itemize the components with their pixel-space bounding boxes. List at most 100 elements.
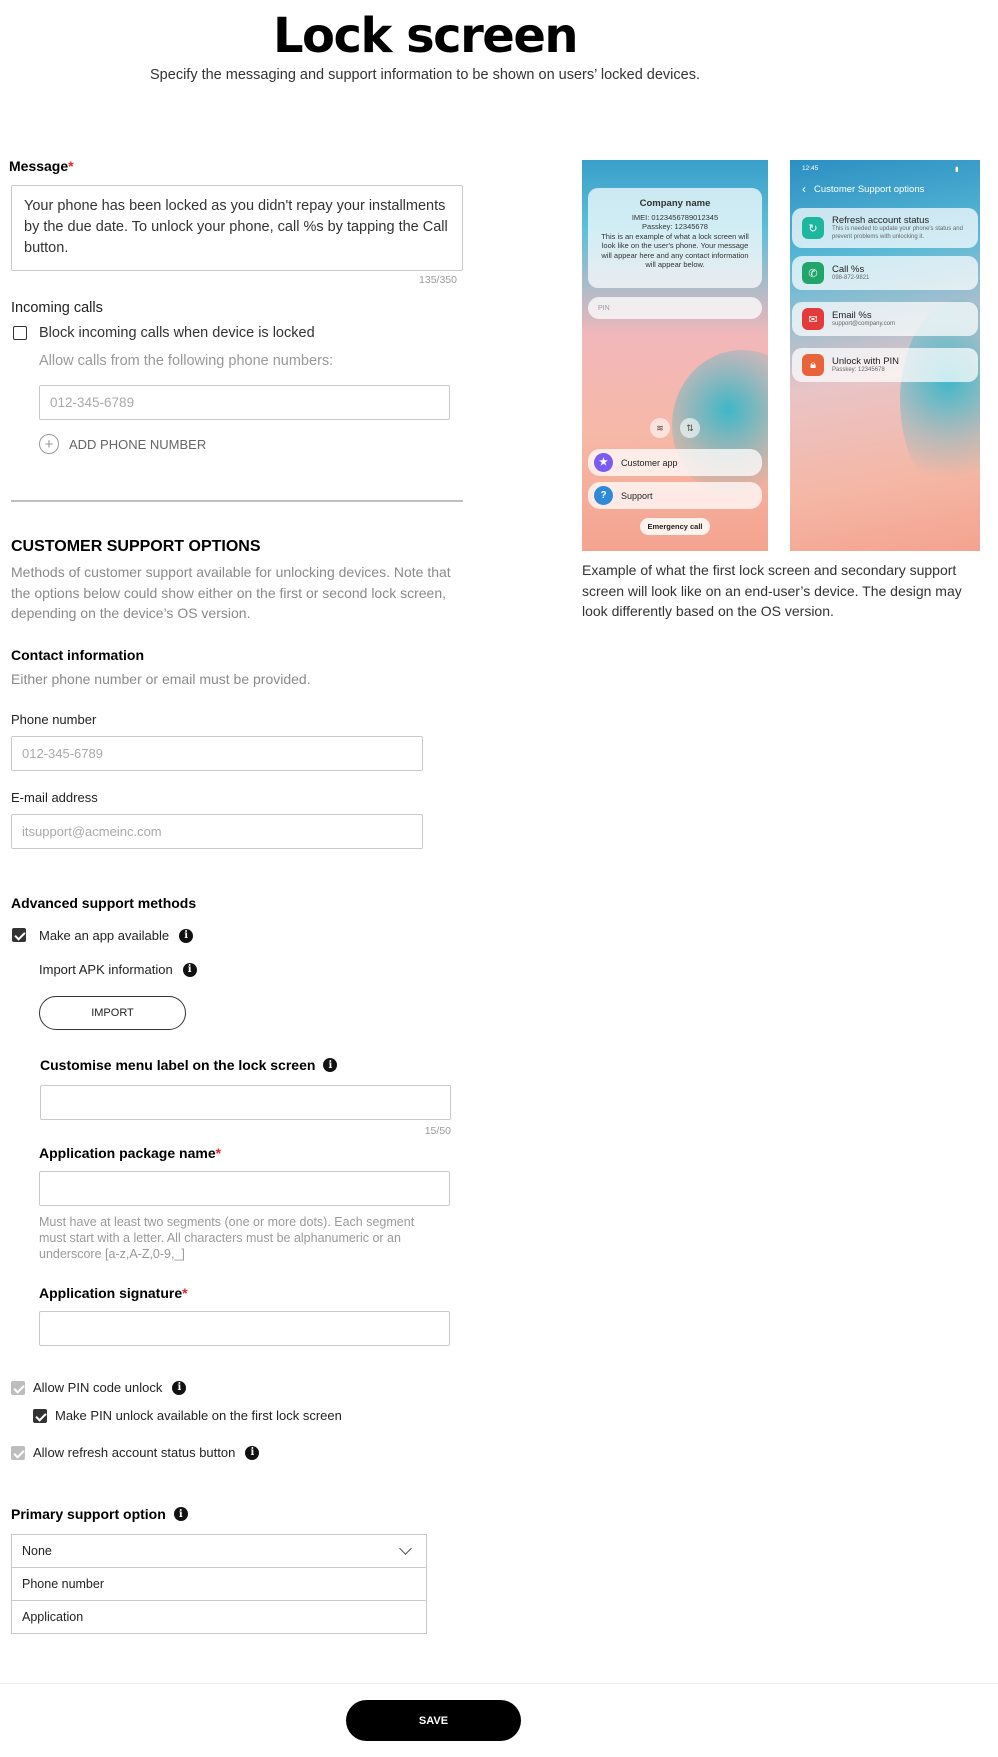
package-name-label: Application package name* (39, 1145, 221, 1161)
contact-note: Either phone number or email must be pro… (11, 671, 311, 687)
required-mark: * (182, 1285, 188, 1301)
imei-text: IMEI: 0123456789012345 (631, 212, 719, 222)
menu-label-counter: 15/50 (424, 1125, 451, 1137)
save-button[interactable]: SAVE (346, 1700, 521, 1741)
incoming-calls-heading: Incoming calls (11, 300, 103, 316)
info-icon[interactable]: i (323, 1058, 338, 1072)
pin-first-screen-label: Make PIN unlock available on the first l… (55, 1408, 342, 1423)
battery-icon: ▮ (955, 166, 959, 173)
primary-support-select[interactable]: None (11, 1534, 427, 1568)
star-icon: ★ (594, 453, 613, 472)
support-label: Support (621, 490, 653, 501)
phone-icon: ✆ (802, 262, 824, 284)
page-title: Lock screen (272, 8, 579, 64)
message-counter: 135/350 (419, 274, 457, 286)
make-app-checkbox[interactable] (12, 928, 26, 942)
company-card: Company name IMEI: 0123456789012345 Pass… (588, 188, 762, 288)
package-name-help: Must have at least two segments (one or … (39, 1215, 415, 1261)
option-title: Call %s (832, 263, 865, 275)
make-app-label: Make an app available (39, 928, 170, 943)
menu-label-input[interactable] (40, 1085, 451, 1120)
call-option[interactable]: ✆ Call %s 098-872-9821 (792, 256, 978, 290)
support-header-title: Customer Support options (814, 183, 925, 195)
menu-label-row: Customise menu label on the lock screen … (40, 1057, 338, 1073)
pin-first-screen-checkbox[interactable] (33, 1409, 47, 1423)
add-circle-icon: + (39, 434, 59, 454)
block-calls-checkbox[interactable] (13, 326, 27, 340)
menu-label-heading: Customise menu label on the lock screen (40, 1057, 316, 1073)
customer-app-button[interactable]: ★ Customer app (588, 449, 762, 476)
refresh-status-label: Allow refresh account status button (33, 1445, 236, 1460)
lock-icon: 🔒︎ (802, 354, 824, 376)
primary-support-label: Primary support option (11, 1506, 166, 1522)
block-calls-label: Block incoming calls when device is lock… (39, 325, 315, 341)
customer-support-description: Methods of customer support available fo… (11, 564, 451, 621)
pin-field[interactable]: PIN (588, 297, 762, 319)
email-label: E-mail address (11, 790, 98, 805)
support-button[interactable]: ? Support (588, 482, 762, 509)
refresh-option[interactable]: ↻ Refresh account status This is needed … (792, 208, 978, 248)
page-subtitle: Specify the messaging and support inform… (150, 67, 700, 83)
allowed-phone-input[interactable]: 012-345-6789 (39, 385, 450, 420)
import-apk-label: Import APK information (39, 962, 173, 977)
advanced-heading: Advanced support methods (11, 895, 197, 911)
message-textarea[interactable]: Your phone has been locked as you didn't… (11, 185, 463, 271)
allow-pin-checkbox[interactable] (11, 1381, 25, 1395)
phone-number-input[interactable]: 012-345-6789 (11, 736, 423, 771)
primary-support-selected: None (22, 1544, 52, 1558)
info-icon[interactable]: i (182, 962, 197, 977)
info-icon[interactable]: i (179, 928, 194, 943)
message-label-text: Message (9, 158, 69, 174)
phone-number-label: Phone number (11, 712, 97, 727)
email-option[interactable]: ✉ Email %s support@company.com (792, 302, 978, 336)
allow-pin-row: Allow PIN code unlock i (33, 1380, 187, 1395)
info-icon[interactable]: i (172, 1380, 187, 1395)
pin-option[interactable]: 🔒︎ Unlock with PIN Passkey: 12345678 (792, 348, 978, 382)
add-phone-number-label: ADD PHONE NUMBER (69, 436, 207, 452)
import-apk-row: Import APK information i (39, 962, 197, 977)
example-text: This is an example of what a lock screen… (601, 231, 749, 270)
data-transfer-icon: ⇅ (680, 418, 700, 438)
add-phone-number-button[interactable]: + ADD PHONE NUMBER (39, 434, 206, 454)
refresh-status-row: Allow refresh account status button i (33, 1445, 260, 1460)
dropdown-option[interactable]: Phone number (11, 1567, 427, 1601)
footer-divider (0, 1683, 998, 1684)
option-sub: Passkey: 12345678 (832, 366, 885, 373)
contact-heading: Contact information (11, 647, 144, 663)
option-sub: support@company.com (832, 320, 896, 327)
company-name: Company name (639, 198, 711, 209)
support-header: ‹ Customer Support options (802, 182, 924, 196)
info-icon[interactable]: i (245, 1445, 260, 1460)
customer-app-label: Customer app (621, 457, 678, 468)
email-input[interactable]: itsupport@acmeinc.com (11, 814, 423, 849)
mail-icon: ✉ (802, 308, 824, 330)
package-name-label-text: Application package name (39, 1145, 216, 1161)
signature-input[interactable] (39, 1311, 450, 1346)
refresh-icon: ↻ (802, 217, 824, 239)
option-title: Unlock with PIN (832, 355, 900, 367)
primary-support-row: Primary support option i (11, 1506, 188, 1522)
import-button[interactable]: IMPORT (39, 996, 186, 1030)
lock-screen-preview: Company name IMEI: 0123456789012345 Pass… (582, 160, 768, 551)
required-mark: * (215, 1145, 222, 1161)
help-icon: ? (594, 486, 613, 505)
option-sub: This is needed to update your phone's st… (832, 226, 963, 240)
option-title: Email %s (832, 309, 872, 321)
allow-calls-label: Allow calls from the following phone num… (39, 353, 334, 369)
make-app-row: Make an app available i (39, 928, 194, 943)
refresh-status-checkbox[interactable] (11, 1446, 25, 1460)
allow-pin-label: Allow PIN code unlock (33, 1380, 163, 1395)
preview-caption: Example of what the first lock screen an… (582, 562, 962, 619)
customer-support-heading: CUSTOMER SUPPORT OPTIONS (11, 538, 261, 555)
info-icon[interactable]: i (173, 1507, 188, 1521)
emergency-call-button[interactable]: Emergency call (640, 518, 710, 535)
dropdown-option[interactable]: Application (11, 1600, 427, 1634)
package-name-input[interactable] (39, 1171, 450, 1206)
signature-label: Application signature* (39, 1285, 188, 1301)
support-options-preview: 12:45 ▮ ‹ Customer Support options ↻ Ref… (790, 160, 980, 551)
passkey-text: Passkey: 12345678 (642, 222, 708, 231)
back-icon[interactable]: ‹ (802, 182, 806, 196)
status-time: 12:45 (802, 165, 819, 172)
signature-label-text: Application signature (39, 1285, 183, 1301)
chevron-down-icon (399, 1542, 412, 1555)
